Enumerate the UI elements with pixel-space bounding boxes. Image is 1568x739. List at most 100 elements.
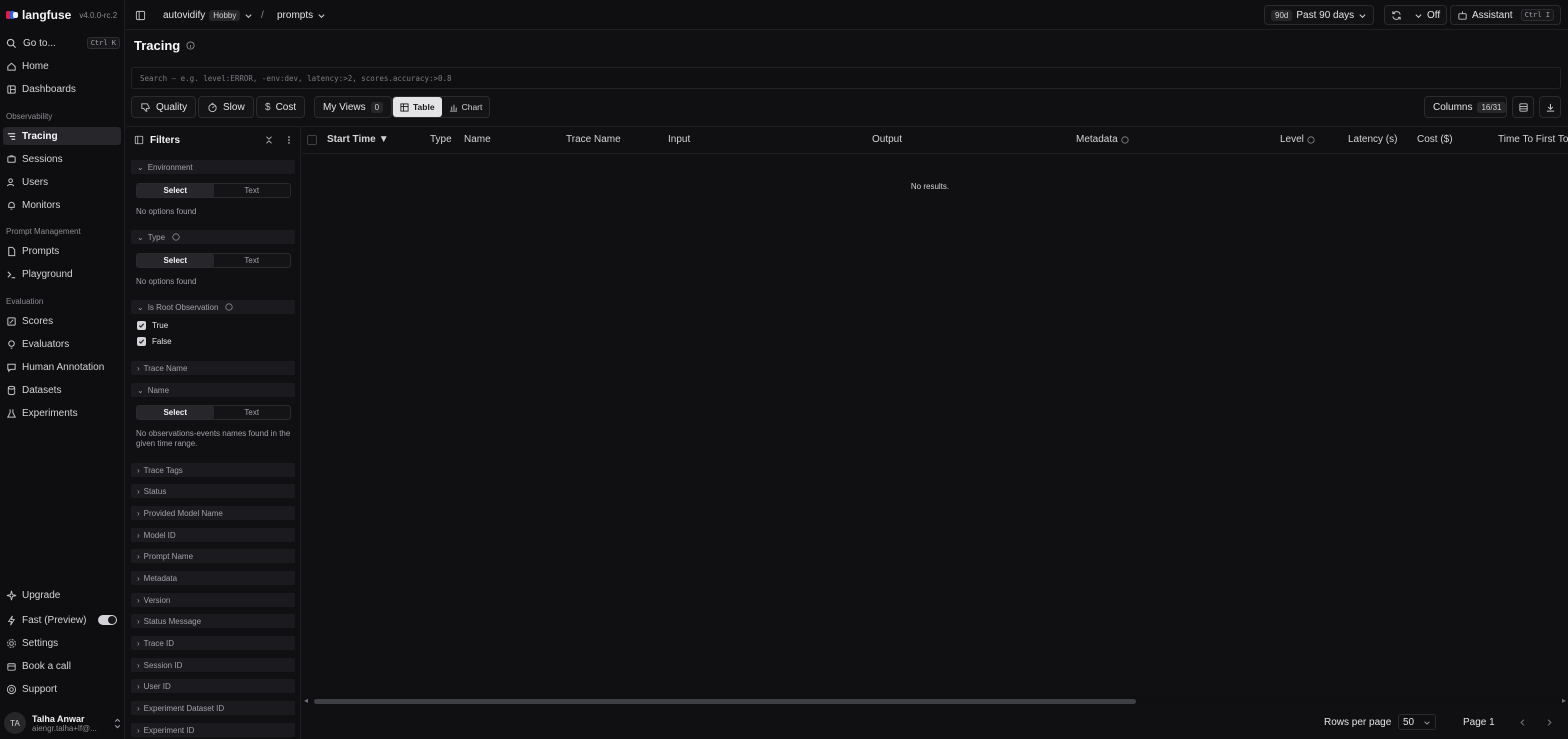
date-range-selector[interactable]: 90d Past 90 days xyxy=(1264,5,1375,25)
filter-section-status[interactable]: › Status xyxy=(131,484,295,498)
next-page-button[interactable] xyxy=(1545,715,1554,729)
is-root-true-checkbox[interactable]: True xyxy=(137,321,168,330)
collapse-all-icon[interactable] xyxy=(264,135,274,145)
column-header-trace-name[interactable]: Trace Name xyxy=(566,134,621,145)
sidebar-item-sessions[interactable]: Sessions xyxy=(3,150,121,168)
more-vertical-icon[interactable] xyxy=(284,135,294,145)
filter-section-session-id[interactable]: › Session ID xyxy=(131,658,295,672)
column-header-time-to-first-token[interactable]: Time To First To xyxy=(1498,134,1568,145)
filter-section-trace-tags[interactable]: › Trace Tags xyxy=(131,463,295,477)
column-header-metadata[interactable]: Metadata xyxy=(1076,134,1129,145)
sidebar-item-users[interactable]: Users xyxy=(3,173,121,191)
breadcrumb-separator: / xyxy=(261,9,264,21)
filters-title: Filters xyxy=(150,134,181,146)
sidebar-item-experiments[interactable]: Experiments xyxy=(3,404,121,422)
search-input[interactable]: Search — e.g. level:ERROR, -env:dev, lat… xyxy=(131,67,1561,89)
plan-badge: Hobby xyxy=(209,9,241,21)
sidebar-item-home[interactable]: Home xyxy=(3,57,121,75)
name-select-tab[interactable]: Select xyxy=(137,406,214,419)
calendar-icon xyxy=(7,662,16,671)
sidebar-item-human-annotation[interactable]: Human Annotation xyxy=(3,358,121,376)
filter-section-user-id[interactable]: › User ID xyxy=(131,679,295,693)
filter-section-label: Status xyxy=(143,486,167,496)
sidebar-item-book-a-call[interactable]: Book a call xyxy=(3,657,121,675)
user-menu[interactable]: TA Talha Anwar aiengr.talha+lf@... xyxy=(4,709,122,737)
row-density-button[interactable] xyxy=(1512,96,1534,118)
brand[interactable]: langfuse v4.0.0-rc.2 xyxy=(6,8,117,22)
quality-preset-button[interactable]: Quality xyxy=(131,96,197,118)
column-header-input[interactable]: Input xyxy=(668,134,690,145)
column-header-type[interactable]: Type xyxy=(430,134,452,145)
chart-label: Chart xyxy=(461,102,483,112)
environment-text-tab[interactable]: Text xyxy=(214,184,291,197)
check-icon xyxy=(137,321,146,330)
filter-section-label: Type xyxy=(147,232,166,242)
sidebar-toggle-button[interactable] xyxy=(135,6,146,24)
prev-page-button[interactable] xyxy=(1518,715,1527,729)
goto-button[interactable]: Go to... Ctrl K xyxy=(6,36,120,50)
table-view-tab[interactable]: Table xyxy=(393,97,442,117)
filter-section-metadata[interactable]: › Metadata xyxy=(131,571,295,585)
sidebar-item-fast-preview[interactable]: Fast (Preview) xyxy=(3,611,121,629)
my-views-button[interactable]: My Views 0 xyxy=(314,96,393,118)
filter-section-prompt-name[interactable]: › Prompt Name xyxy=(131,549,295,563)
column-header-cost[interactable]: Cost ($) xyxy=(1417,134,1453,145)
filter-section-trace-name[interactable]: › Trace Name xyxy=(131,361,295,375)
is-root-false-checkbox[interactable]: False xyxy=(137,337,172,346)
fast-preview-toggle[interactable] xyxy=(98,615,117,625)
user-name: Talha Anwar xyxy=(32,713,85,724)
filter-section-provided-model-name[interactable]: › Provided Model Name xyxy=(131,506,295,520)
lightbulb-icon xyxy=(8,339,15,349)
scrollbar-thumb[interactable] xyxy=(314,699,1136,704)
auto-refresh-selector[interactable]: Off xyxy=(1384,5,1448,25)
type-text-tab[interactable]: Text xyxy=(214,254,291,267)
slow-preset-button[interactable]: Slow xyxy=(198,96,254,118)
filter-section-name[interactable]: ⌄ Name xyxy=(131,383,295,397)
type-select-tab[interactable]: Select xyxy=(137,254,214,267)
sidebar-item-monitors[interactable]: Monitors xyxy=(3,196,121,214)
sidebar-item-support[interactable]: Support xyxy=(3,680,121,698)
sidebar-item-tracing[interactable]: Tracing xyxy=(3,127,121,145)
select-all-checkbox[interactable] xyxy=(307,135,317,145)
chart-view-tab[interactable]: Chart xyxy=(442,97,490,117)
sidebar-item-evaluators[interactable]: Evaluators xyxy=(3,335,121,353)
columns-button[interactable]: Columns 16/31 xyxy=(1424,96,1507,118)
sidebar-item-upgrade[interactable]: Upgrade xyxy=(3,586,121,604)
assistant-button[interactable]: Assistant Ctrl I xyxy=(1450,5,1561,25)
cost-preset-button[interactable]: $ Cost xyxy=(256,96,306,118)
chevron-left-icon xyxy=(1520,718,1525,726)
panel-icon[interactable] xyxy=(134,135,144,145)
name-text-tab[interactable]: Text xyxy=(214,406,291,419)
rows-per-page-select[interactable]: 50 xyxy=(1398,714,1436,730)
horizontal-scrollbar[interactable]: ◂ ▸ xyxy=(302,696,1568,706)
sidebar-item-datasets[interactable]: Datasets xyxy=(3,381,121,399)
column-header-start-time[interactable]: Start Time ▼ xyxy=(327,134,389,145)
sidebar-item-playground[interactable]: Playground xyxy=(3,265,121,283)
sidebar-item-scores[interactable]: Scores xyxy=(3,312,121,330)
download-button[interactable] xyxy=(1539,96,1561,118)
filter-section-type[interactable]: ⌄ Type xyxy=(131,230,295,244)
environment-select-tab[interactable]: Select xyxy=(137,184,214,197)
page-selector[interactable]: prompts xyxy=(277,6,326,24)
filter-section-experiment-dataset-id[interactable]: › Experiment Dataset ID xyxy=(131,701,295,715)
filter-section-is-root-observation[interactable]: ⌄ Is Root Observation xyxy=(131,300,295,314)
sidebar-item-settings[interactable]: Settings xyxy=(3,634,121,652)
column-header-output[interactable]: Output xyxy=(872,134,902,145)
sidebar-item-prompts[interactable]: Prompts xyxy=(3,242,121,260)
columns-label: Columns xyxy=(1433,101,1473,113)
assistant-shortcut: Ctrl I xyxy=(1520,9,1554,21)
user-email: aiengr.talha+lf@... xyxy=(32,723,97,733)
column-header-name[interactable]: Name xyxy=(464,134,491,145)
info-icon[interactable] xyxy=(186,41,195,50)
filter-section-environment[interactable]: ⌄ Environment xyxy=(131,160,295,174)
sidebar-item-dashboards[interactable]: Dashboards xyxy=(3,80,121,98)
filter-section-experiment-id[interactable]: › Experiment ID xyxy=(131,723,295,737)
column-header-level[interactable]: Level xyxy=(1280,134,1315,145)
filter-section-trace-id[interactable]: › Trace ID xyxy=(131,636,295,650)
bell-icon xyxy=(8,201,15,210)
column-header-latency[interactable]: Latency (s) xyxy=(1348,134,1397,145)
filter-section-model-id[interactable]: › Model ID xyxy=(131,528,295,542)
filter-section-version[interactable]: › Version xyxy=(131,593,295,607)
filter-section-status-message[interactable]: › Status Message xyxy=(131,614,295,628)
project-selector[interactable]: autovidify Hobby xyxy=(163,6,253,24)
